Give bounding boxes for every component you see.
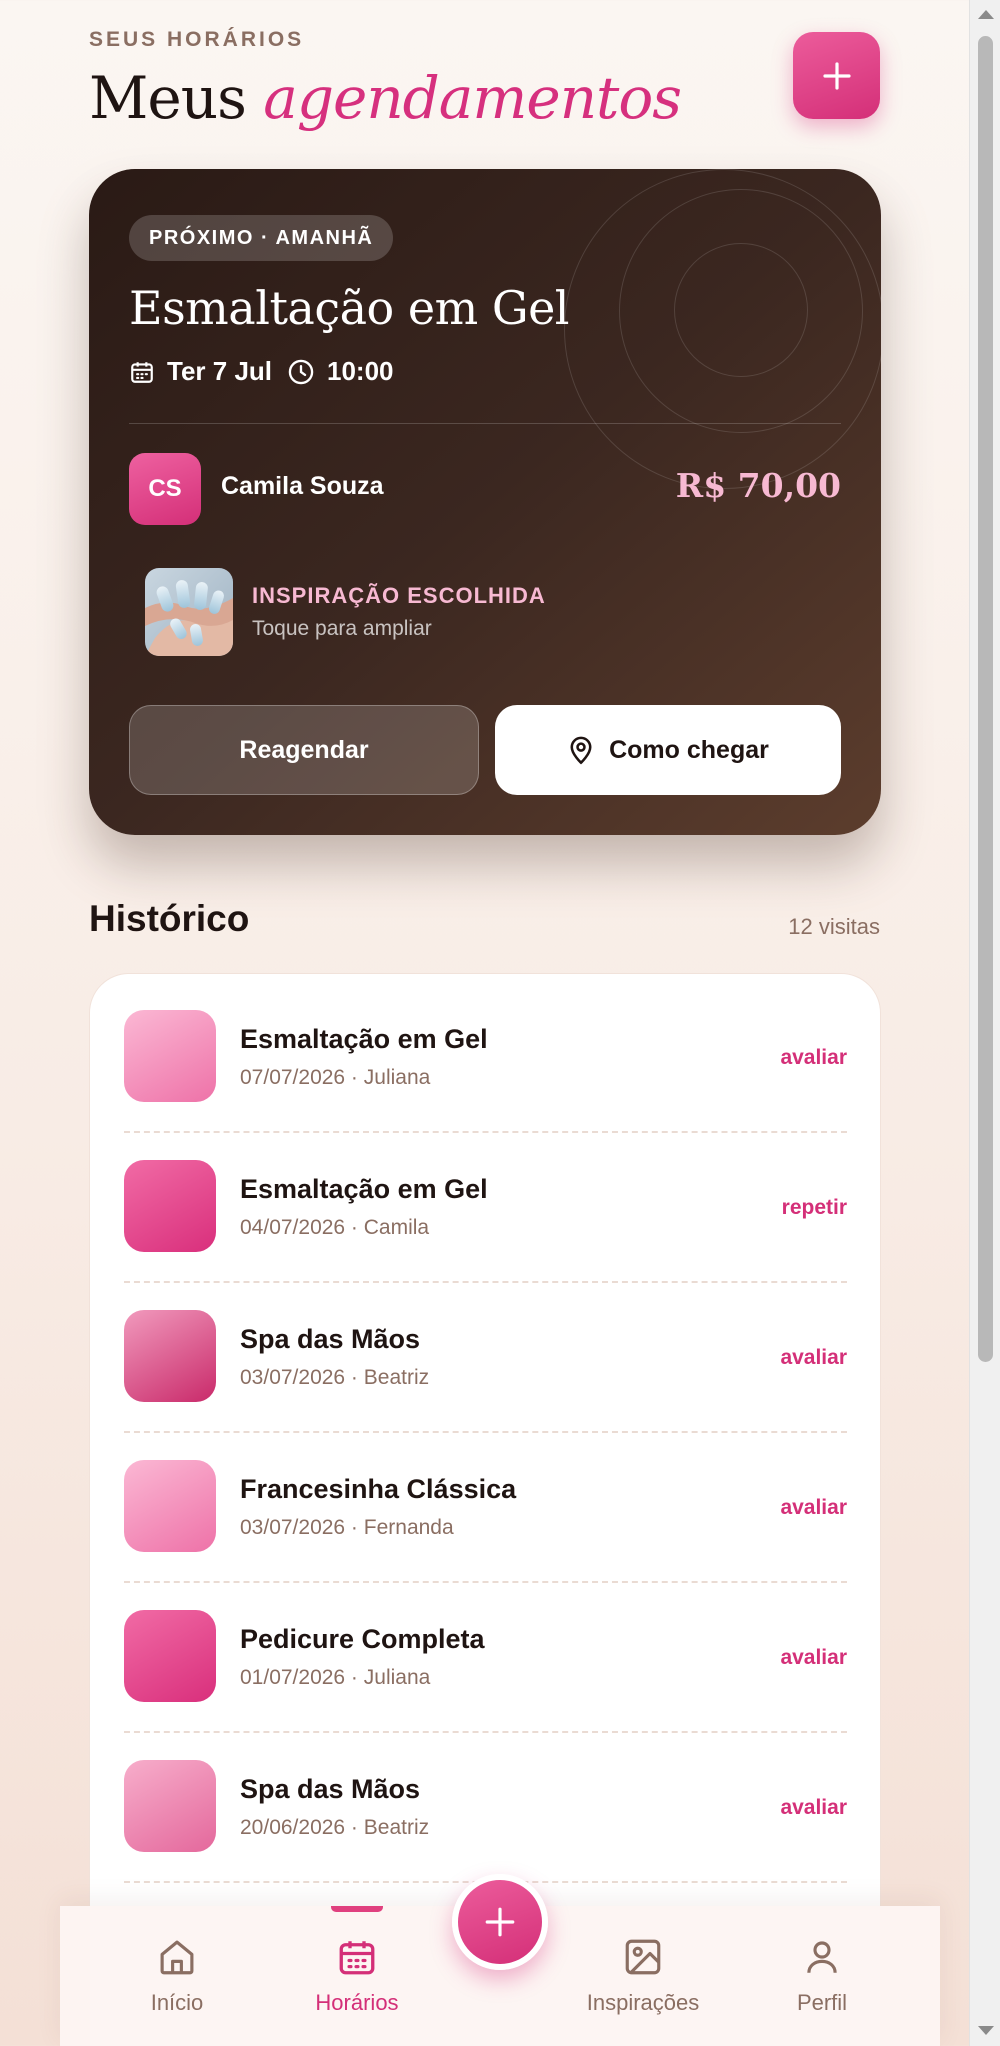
inspiration-hint: Toque para ampliar bbox=[252, 617, 432, 640]
history-item-meta: 07/07/2026 · Juliana bbox=[240, 1066, 431, 1089]
map-pin-icon bbox=[570, 736, 592, 765]
history-item-name: Esmaltação em Gel bbox=[240, 1024, 488, 1054]
history-item-action[interactable]: avaliar bbox=[780, 1346, 847, 1370]
nav-item-inicio[interactable]: Início bbox=[107, 1936, 247, 2016]
history-item-action[interactable]: avaliar bbox=[780, 1796, 847, 1820]
history-title: Histórico bbox=[89, 898, 250, 939]
history-count: 12 visitas bbox=[788, 914, 880, 939]
history-item-name: Spa das Mãos bbox=[240, 1324, 421, 1354]
history-item-action[interactable]: repetir bbox=[782, 1196, 847, 1220]
nav-label: Perfil bbox=[796, 1990, 848, 2015]
history-item[interactable]: Esmaltação em Gel 04/07/2026 · Camila re… bbox=[90, 1124, 880, 1283]
calendar-icon bbox=[339, 1941, 375, 1975]
calendar-icon bbox=[131, 361, 153, 383]
history-item-meta: 04/07/2026 · Camila bbox=[240, 1216, 430, 1239]
appointment-price: R$ 70,00 bbox=[675, 466, 841, 505]
scrollbar-thumb[interactable] bbox=[978, 36, 993, 1362]
nav-label: Inspirações bbox=[586, 1990, 700, 2015]
page-scrollbar[interactable] bbox=[969, 0, 1000, 2046]
scroll-up-icon[interactable] bbox=[978, 10, 994, 19]
next-badge: PRÓXIMO · AMANHÃ bbox=[129, 215, 394, 261]
history-item[interactable]: Pedicure Completa 01/07/2026 · Juliana a… bbox=[90, 1574, 880, 1733]
professional-name: Camila Souza bbox=[221, 472, 384, 500]
image-icon bbox=[625, 1939, 661, 1975]
decorative-ring bbox=[674, 243, 808, 377]
next-appointment-card[interactable]: PRÓXIMO · AMANHÃ Esmaltação em Gel Ter 7… bbox=[89, 169, 881, 835]
active-tab-indicator bbox=[331, 1906, 383, 1912]
service-thumbnail bbox=[124, 1310, 216, 1402]
next-date: Ter 7 Jul bbox=[129, 356, 272, 387]
home-icon bbox=[160, 1940, 194, 1975]
nav-item-perfil[interactable]: Perfil bbox=[752, 1936, 892, 2016]
inspiration-thumbnail[interactable] bbox=[145, 568, 233, 656]
history-item-name: Esmaltação em Gel bbox=[240, 1174, 488, 1204]
quick-book-fab[interactable] bbox=[452, 1874, 548, 1970]
service-thumbnail bbox=[124, 1460, 216, 1552]
history-item[interactable]: Spa das Mãos 20/06/2026 · Beatriz avalia… bbox=[90, 1724, 880, 1883]
next-service-name: Esmaltação em Gel bbox=[129, 281, 570, 335]
history-item[interactable]: Esmaltação em Gel 07/07/2026 · Juliana a… bbox=[90, 974, 880, 1133]
professional-avatar: CS bbox=[129, 453, 201, 525]
history-item-meta: 01/07/2026 · Juliana bbox=[240, 1666, 431, 1689]
history-item-action[interactable]: avaliar bbox=[780, 1046, 847, 1070]
bottom-nav: Início Horários Inspirações Perfil bbox=[60, 1874, 940, 2046]
history-item-name: Spa das Mãos bbox=[240, 1774, 421, 1804]
new-appointment-button[interactable] bbox=[793, 32, 880, 119]
next-date-text: Ter 7 Jul bbox=[167, 356, 273, 386]
user-icon bbox=[807, 1941, 837, 1973]
nav-item-inspiracoes[interactable]: Inspirações bbox=[573, 1936, 713, 2016]
page-title-plain: Meus bbox=[89, 64, 247, 132]
scroll-down-icon[interactable] bbox=[978, 2026, 994, 2035]
page-title: Meus agendamentos bbox=[89, 64, 682, 132]
history-item-action[interactable]: avaliar bbox=[780, 1646, 847, 1670]
directions-label: Como chegar bbox=[609, 735, 769, 764]
service-thumbnail bbox=[124, 1610, 216, 1702]
history-item[interactable]: Francesinha Clássica 03/07/2026 · Fernan… bbox=[90, 1424, 880, 1583]
next-time-text: 10:00 bbox=[327, 356, 394, 386]
nails-image-icon bbox=[145, 568, 233, 656]
nav-item-horarios[interactable]: Horários bbox=[287, 1936, 427, 2016]
page-title-accent: agendamentos bbox=[263, 64, 682, 132]
plus-icon bbox=[822, 61, 851, 90]
service-thumbnail bbox=[124, 1760, 216, 1852]
history-item-meta: 20/06/2026 · Beatriz bbox=[240, 1816, 430, 1839]
nav-label: Início bbox=[150, 1990, 204, 2015]
service-thumbnail bbox=[124, 1160, 216, 1252]
history-item-action[interactable]: avaliar bbox=[780, 1496, 847, 1520]
next-time: 10:00 bbox=[287, 356, 394, 387]
history-item-name: Francesinha Clássica bbox=[240, 1474, 517, 1504]
clock-icon bbox=[288, 359, 314, 384]
inspiration-label: INSPIRAÇÃO ESCOLHIDA bbox=[252, 583, 546, 608]
history-item-meta: 03/07/2026 · Fernanda bbox=[240, 1516, 454, 1539]
history-item-meta: 03/07/2026 · Beatriz bbox=[240, 1366, 430, 1389]
service-thumbnail bbox=[124, 1010, 216, 1102]
reschedule-button[interactable]: Reagendar bbox=[129, 705, 479, 795]
app-viewport: SEUS HORÁRIOS Meus agendamentos PRÓXIMO … bbox=[0, 0, 969, 2046]
directions-button[interactable]: Como chegar bbox=[495, 705, 841, 795]
page-eyebrow: SEUS HORÁRIOS bbox=[89, 28, 305, 51]
plus-icon bbox=[485, 1907, 515, 1937]
history-item[interactable]: Spa das Mãos 03/07/2026 · Beatriz avalia… bbox=[90, 1274, 880, 1433]
card-divider bbox=[129, 423, 841, 424]
nav-label: Horários bbox=[315, 1990, 399, 2015]
history-item-name: Pedicure Completa bbox=[240, 1624, 485, 1654]
